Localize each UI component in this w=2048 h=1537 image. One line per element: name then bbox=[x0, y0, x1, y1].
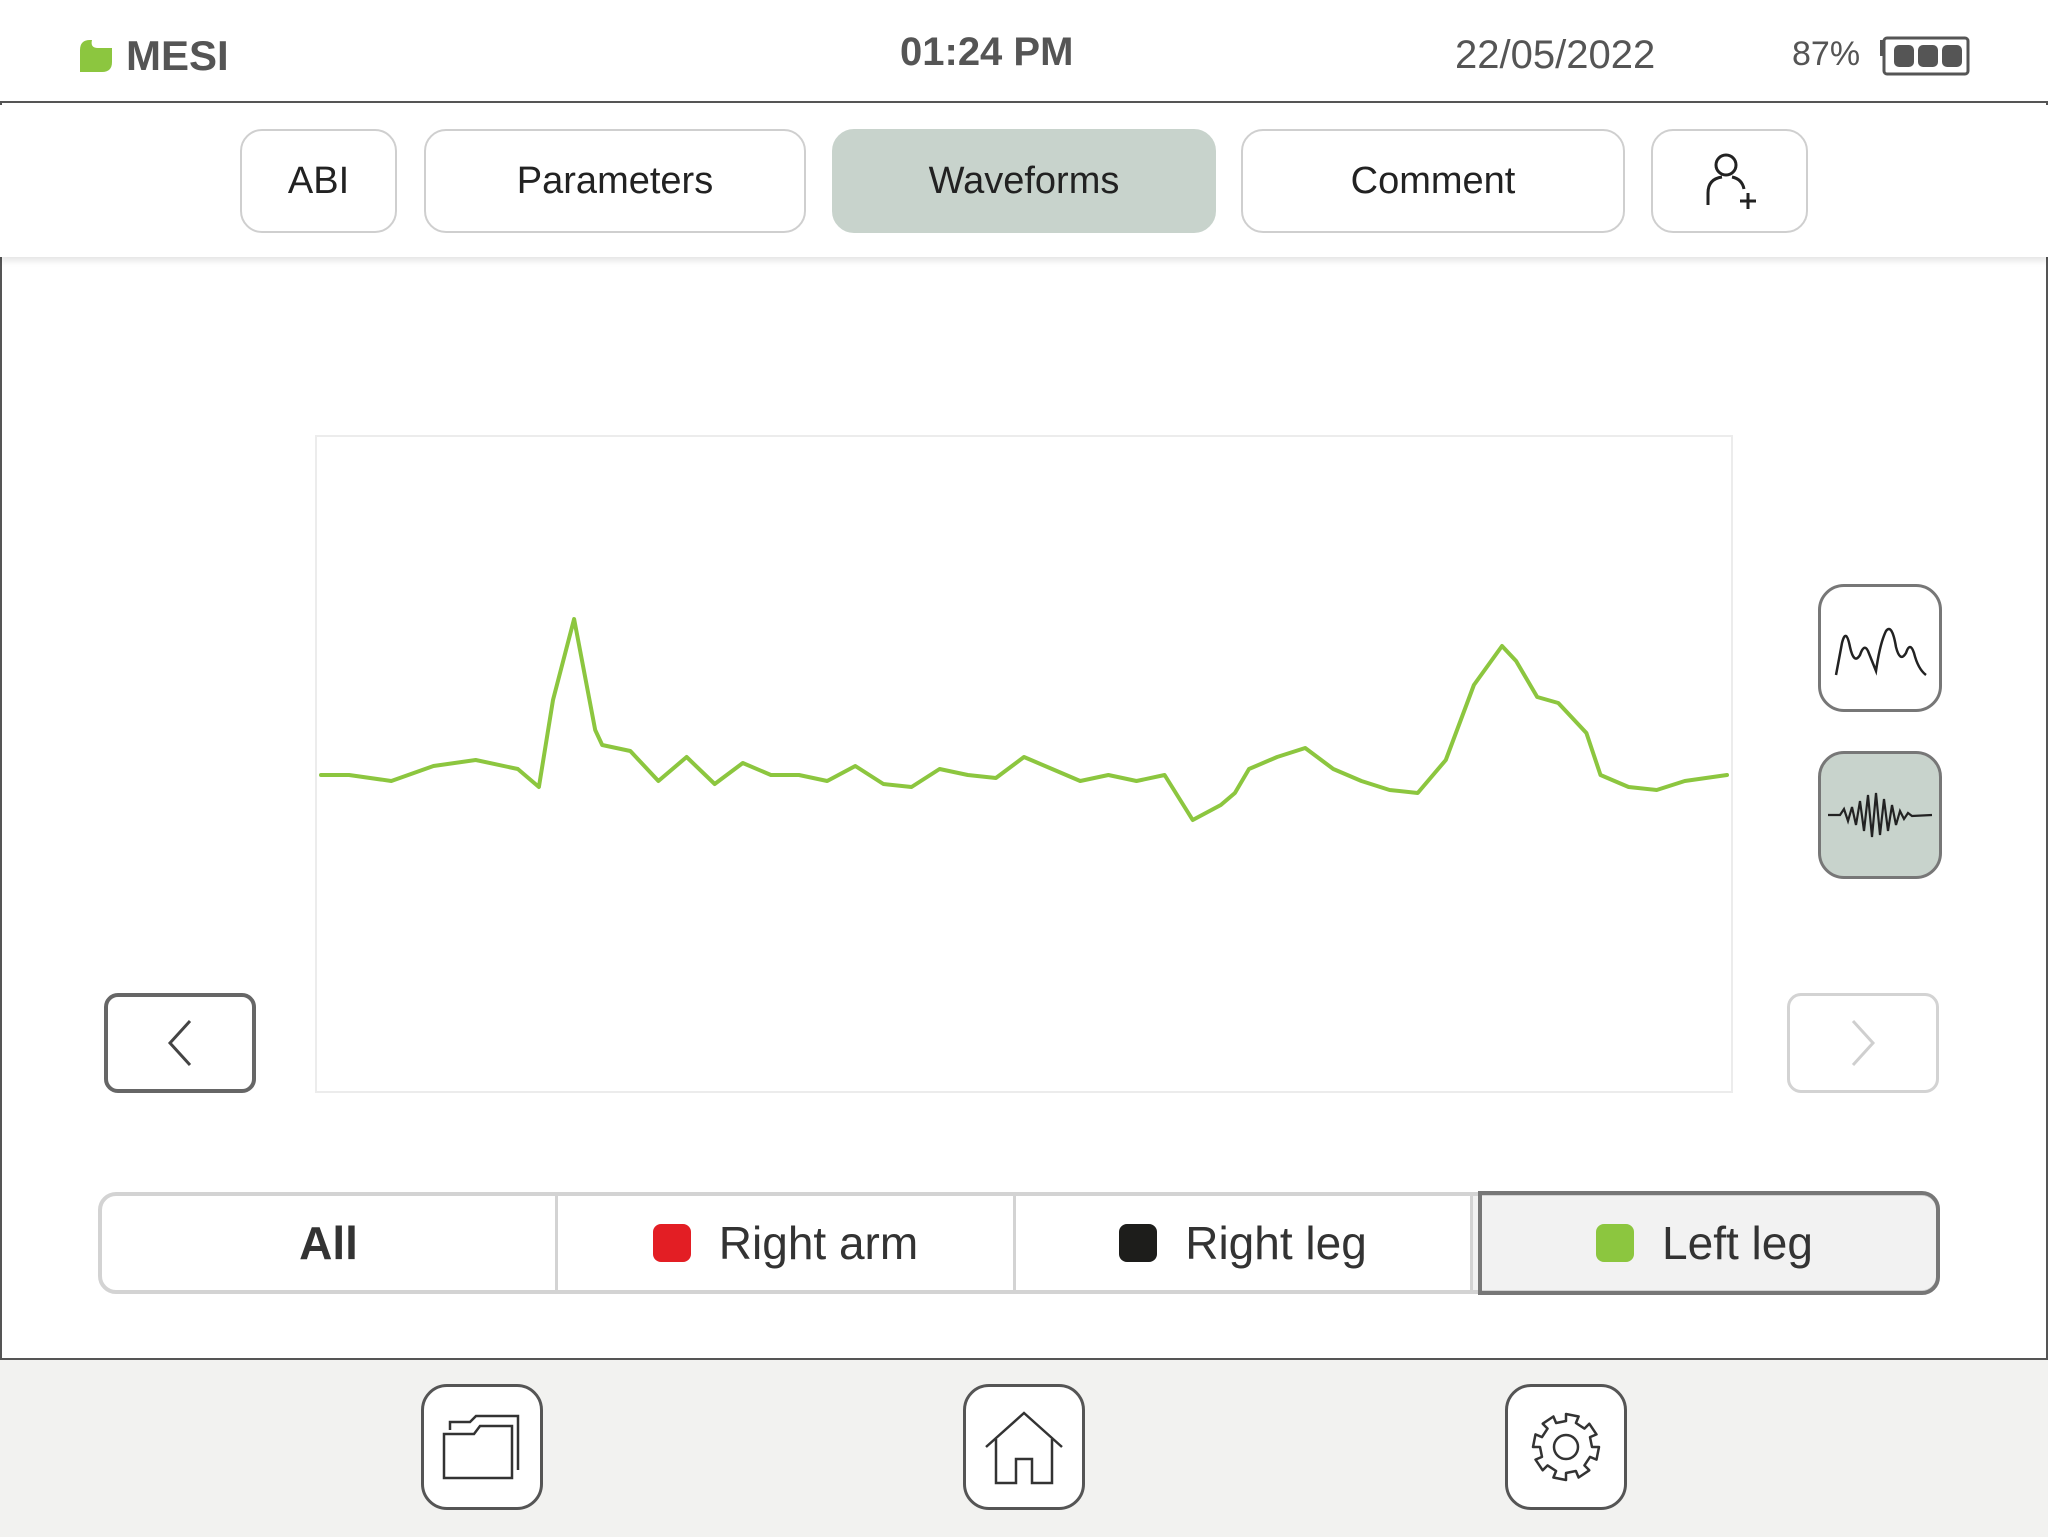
limb-all[interactable]: All bbox=[102, 1196, 558, 1290]
limb-right-leg[interactable]: Right leg bbox=[1016, 1196, 1473, 1290]
date: 22/05/2022 bbox=[1455, 33, 1656, 77]
limb-left-leg[interactable]: Left leg bbox=[1473, 1196, 1936, 1290]
tab-abi[interactable]: ABI bbox=[240, 129, 397, 233]
limb-all-label: All bbox=[299, 1217, 358, 1269]
limb-right-arm-label: Right arm bbox=[718, 1217, 919, 1269]
limb-left-leg-label: Left leg bbox=[1662, 1217, 1813, 1269]
add-patient-button[interactable] bbox=[1651, 129, 1808, 233]
right-arm-swatch bbox=[652, 1224, 691, 1262]
brand: MESI bbox=[76, 32, 229, 80]
mesi-logo-icon bbox=[80, 40, 112, 72]
tab-waveforms-label: Waveforms bbox=[928, 159, 1120, 202]
gear-icon bbox=[1531, 1412, 1601, 1482]
status-bar: MESI 01:24 PM 22/05/2022 87% bbox=[0, 0, 2048, 103]
folder-icon bbox=[442, 1414, 520, 1480]
limb-right-leg-label: Right leg bbox=[1185, 1217, 1367, 1269]
right-leg-swatch bbox=[1119, 1224, 1158, 1262]
brand-name: MESI bbox=[126, 32, 229, 79]
add-patient-icon bbox=[1706, 153, 1756, 209]
settings-button[interactable] bbox=[1505, 1384, 1627, 1510]
chevron-left-icon bbox=[167, 1019, 192, 1067]
tab-waveforms[interactable]: Waveforms bbox=[832, 129, 1216, 233]
pulse-waveform-button[interactable] bbox=[1818, 584, 1942, 712]
waveform-chart bbox=[315, 435, 1733, 1093]
home-icon bbox=[985, 1411, 1063, 1485]
raw-signal-button[interactable] bbox=[1818, 751, 1942, 879]
limb-selector: All Right arm Right leg Left leg bbox=[98, 1192, 1940, 1294]
chevron-right-icon bbox=[1851, 1019, 1876, 1067]
waveform-plot bbox=[319, 617, 1729, 822]
previous-button[interactable] bbox=[104, 993, 256, 1093]
left-leg-swatch bbox=[1596, 1224, 1635, 1262]
battery-icon bbox=[1880, 36, 1970, 76]
tab-parameters-label: Parameters bbox=[516, 159, 714, 202]
raw-signal-icon bbox=[1828, 792, 1933, 838]
tab-abi-label: ABI bbox=[287, 159, 350, 202]
next-button[interactable] bbox=[1787, 993, 1939, 1093]
limb-right-arm[interactable]: Right arm bbox=[558, 1196, 1016, 1290]
tab-comment[interactable]: Comment bbox=[1241, 129, 1625, 233]
battery-percent: 87% bbox=[1792, 35, 1861, 73]
clock: 01:24 PM bbox=[900, 30, 1074, 74]
waveform-line-left-leg bbox=[319, 617, 1729, 822]
folder-button[interactable] bbox=[421, 1384, 543, 1510]
pulse-waveform-icon bbox=[1834, 627, 1927, 676]
tab-parameters[interactable]: Parameters bbox=[424, 129, 806, 233]
home-button[interactable] bbox=[963, 1384, 1085, 1510]
tab-bar: ABI Parameters Waveforms Comment bbox=[0, 105, 2048, 257]
tab-comment-label: Comment bbox=[1350, 159, 1516, 202]
bottom-bar bbox=[0, 1358, 2048, 1537]
